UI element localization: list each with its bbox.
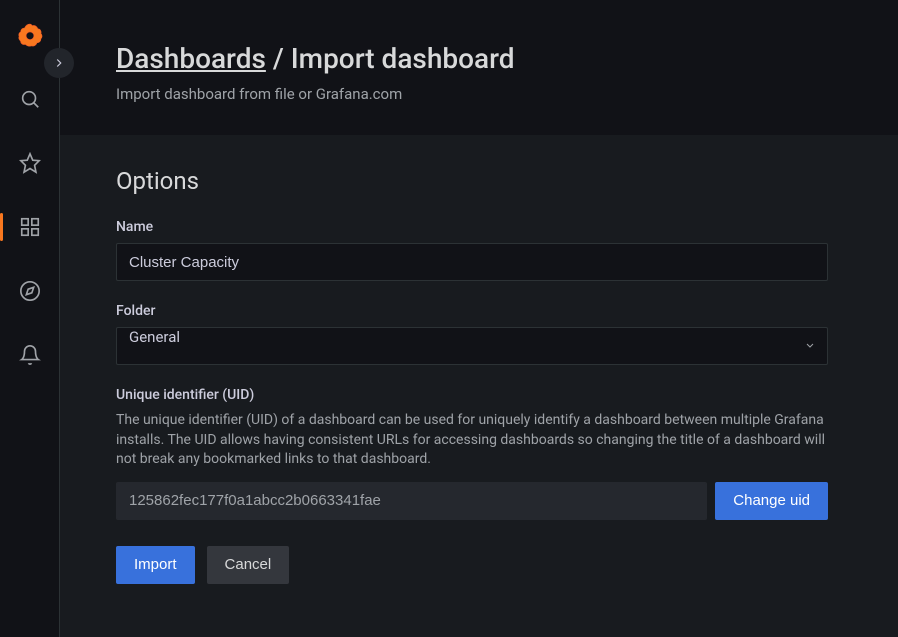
main-content: Dashboards / Import dashboard Import das…	[60, 0, 898, 637]
breadcrumb: Dashboards / Import dashboard	[116, 42, 842, 75]
name-input[interactable]	[116, 243, 828, 281]
change-uid-button[interactable]: Change uid	[715, 482, 828, 520]
folder-label: Folder	[116, 303, 828, 319]
action-buttons: Import Cancel	[116, 546, 828, 584]
uid-label: Unique identifier (UID)	[116, 387, 828, 403]
breadcrumb-parent-link[interactable]: Dashboards	[116, 42, 266, 75]
name-field-group: Name	[116, 219, 828, 281]
uid-help-text: The unique identifier (UID) of a dashboa…	[116, 411, 828, 470]
alerting-icon[interactable]	[10, 335, 50, 375]
folder-select[interactable]: General	[116, 327, 828, 365]
section-title: Options	[116, 167, 828, 195]
name-label: Name	[116, 219, 828, 235]
explore-icon[interactable]	[10, 271, 50, 311]
import-button[interactable]: Import	[116, 546, 195, 584]
breadcrumb-current: Import dashboard	[291, 42, 515, 75]
breadcrumb-separator: /	[273, 42, 291, 75]
page-subtitle: Import dashboard from file or Grafana.co…	[116, 85, 842, 103]
folder-field-group: Folder General	[116, 303, 828, 365]
sidebar	[0, 0, 60, 637]
uid-input	[116, 482, 707, 520]
starred-icon[interactable]	[10, 143, 50, 183]
cancel-button[interactable]: Cancel	[207, 546, 290, 584]
uid-field-group: Unique identifier (UID) The unique ident…	[116, 387, 828, 520]
page-header: Dashboards / Import dashboard Import das…	[60, 0, 898, 135]
dashboards-icon[interactable]	[10, 207, 50, 247]
expand-sidebar-button[interactable]	[44, 48, 74, 78]
content-area: Options Name Folder General Unique ident…	[60, 135, 898, 637]
grafana-logo[interactable]	[10, 15, 50, 55]
search-icon[interactable]	[10, 79, 50, 119]
